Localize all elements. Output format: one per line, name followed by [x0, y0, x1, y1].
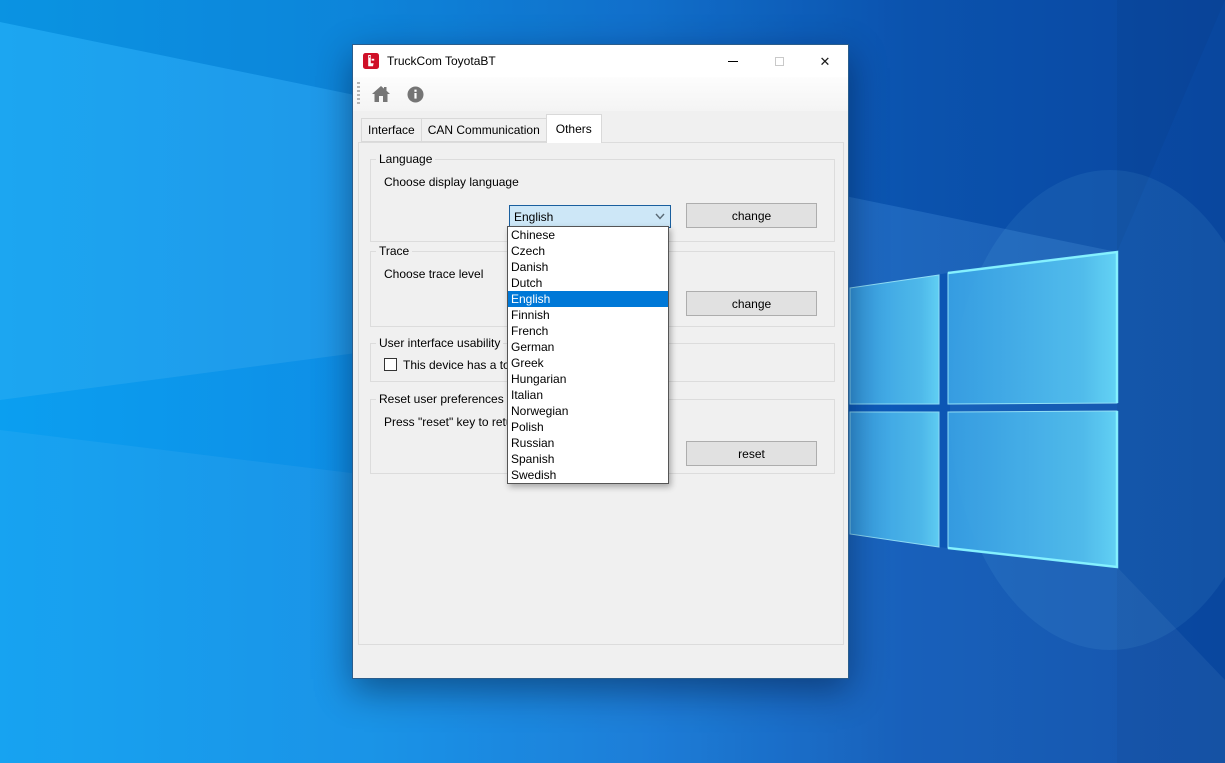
toolbar [353, 77, 848, 111]
dropdown-item-greek[interactable]: Greek [508, 355, 668, 371]
home-button[interactable] [368, 81, 394, 107]
tabstrip: Interface CAN Communication Others [361, 114, 601, 142]
window-title: TruckCom ToyotaBT [387, 54, 496, 68]
language-dropdown-list: ChineseCzechDanishDutchEnglishFinnishFre… [507, 226, 669, 484]
maximize-icon [775, 57, 784, 66]
close-button[interactable]: ✕ [802, 45, 848, 77]
trace-change-button[interactable]: change [686, 291, 817, 316]
dropdown-item-italian[interactable]: Italian [508, 387, 668, 403]
dropdown-item-dutch[interactable]: Dutch [508, 275, 668, 291]
dropdown-item-chinese[interactable]: Chinese [508, 227, 668, 243]
app-icon [363, 53, 379, 69]
info-icon [407, 86, 424, 103]
minimize-icon [728, 61, 738, 62]
desktop: TruckCom ToyotaBT ✕ [0, 0, 1225, 763]
dropdown-item-french[interactable]: French [508, 323, 668, 339]
close-icon: ✕ [820, 55, 831, 68]
reset-group-title: Reset user preferences [376, 392, 507, 406]
dropdown-item-polish[interactable]: Polish [508, 419, 668, 435]
caption-buttons: ✕ [710, 45, 848, 77]
dropdown-item-english[interactable]: English [508, 291, 668, 307]
chevron-down-icon [655, 213, 665, 220]
toolbar-grip[interactable] [357, 82, 360, 106]
touch-screen-checkbox[interactable] [384, 358, 397, 371]
dropdown-item-norwegian[interactable]: Norwegian [508, 403, 668, 419]
titlebar[interactable]: TruckCom ToyotaBT ✕ [353, 45, 848, 77]
tab-can-communication[interactable]: CAN Communication [421, 118, 547, 142]
reset-button[interactable]: reset [686, 441, 817, 466]
language-description: Choose display language [384, 175, 519, 189]
tab-others[interactable]: Others [546, 114, 602, 143]
dropdown-item-german[interactable]: German [508, 339, 668, 355]
info-button[interactable] [402, 81, 428, 107]
dropdown-item-spanish[interactable]: Spanish [508, 451, 668, 467]
minimize-button[interactable] [710, 45, 756, 77]
home-icon [372, 86, 390, 102]
trace-description: Choose trace level [384, 267, 483, 281]
tab-interface[interactable]: Interface [361, 118, 422, 142]
language-combobox-value: English [514, 210, 553, 224]
dropdown-item-swedish[interactable]: Swedish [508, 467, 668, 483]
dropdown-item-finnish[interactable]: Finnish [508, 307, 668, 323]
dropdown-item-hungarian[interactable]: Hungarian [508, 371, 668, 387]
language-group-title: Language [376, 152, 435, 166]
usability-group-title: User interface usability [376, 336, 503, 350]
maximize-button[interactable] [756, 45, 802, 77]
trace-group-title: Trace [376, 244, 412, 258]
language-combobox[interactable]: English [509, 205, 671, 228]
dropdown-item-russian[interactable]: Russian [508, 435, 668, 451]
dropdown-item-czech[interactable]: Czech [508, 243, 668, 259]
dropdown-item-danish[interactable]: Danish [508, 259, 668, 275]
app-window: TruckCom ToyotaBT ✕ [352, 44, 849, 679]
language-change-button[interactable]: change [686, 203, 817, 228]
